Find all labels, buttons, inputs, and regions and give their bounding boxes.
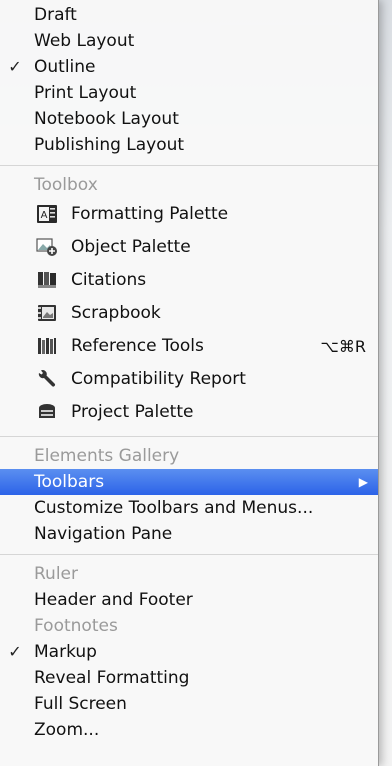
- menu-item-label: Draft: [34, 5, 77, 25]
- menu-item-object-palette[interactable]: Object Palette: [0, 231, 378, 264]
- menu-item-markup[interactable]: ✓ Markup: [0, 639, 378, 665]
- checkmark-icon: ✓: [8, 57, 22, 76]
- formatting-palette-icon: A: [37, 205, 57, 223]
- menu-item-label: Reveal Formatting: [34, 668, 190, 688]
- toolbox-section: Toolbox A Formatting Palette Object Pale…: [0, 170, 378, 432]
- menu-item-label: Project Palette: [71, 402, 194, 422]
- object-palette-icon: [36, 238, 57, 256]
- reference-tools-icon: [38, 338, 56, 354]
- menu-item-label: Citations: [71, 270, 147, 290]
- submenu-arrow-icon: ▶: [358, 475, 368, 489]
- shortcut-label: ⌥⌘R: [320, 337, 366, 356]
- menu-item-citations[interactable]: Citations: [0, 264, 378, 297]
- menu-item-elements-gallery: Elements Gallery: [0, 443, 378, 469]
- citations-icon: [38, 272, 56, 288]
- menu-item-label: Ruler: [34, 564, 78, 584]
- menu-separator: [0, 554, 378, 555]
- menu-item-footnotes: Footnotes: [0, 613, 378, 639]
- menu-item-outline[interactable]: ✓ Outline: [0, 54, 378, 80]
- menu-item-compatibility-report[interactable]: Compatibility Report: [0, 363, 378, 396]
- menu-item-zoom[interactable]: Zoom...: [0, 717, 378, 743]
- menu-item-web-layout[interactable]: Web Layout: [0, 28, 378, 54]
- menu-item-ruler: Ruler: [0, 561, 378, 587]
- menu-item-formatting-palette[interactable]: A Formatting Palette: [0, 198, 378, 231]
- menu-item-label: Full Screen: [34, 694, 127, 714]
- menu-item-publishing-layout[interactable]: Publishing Layout: [0, 132, 378, 158]
- menu-item-label: Notebook Layout: [34, 109, 179, 129]
- menu-item-full-screen[interactable]: Full Screen: [0, 691, 378, 717]
- toolbox-header-label: Toolbox: [34, 175, 98, 195]
- menu-item-label: Print Layout: [34, 83, 137, 103]
- menu-item-label: Reference Tools: [71, 336, 204, 356]
- menu-item-draft[interactable]: Draft: [0, 2, 378, 28]
- menu-item-reference-tools[interactable]: Reference Tools ⌥⌘R: [0, 330, 378, 363]
- menu-item-toolbars[interactable]: Toolbars ▶: [0, 469, 378, 495]
- menu-item-scrapbook[interactable]: Scrapbook: [0, 297, 378, 330]
- menu-item-label: Compatibility Report: [71, 369, 246, 389]
- display-section: Ruler Header and Footer Footnotes ✓ Mark…: [0, 559, 378, 746]
- menu-item-navigation-pane[interactable]: Navigation Pane: [0, 521, 378, 547]
- menu-separator: [0, 436, 378, 437]
- view-modes-section: Draft Web Layout ✓ Outline Print Layout …: [0, 0, 378, 161]
- checkmark-icon: ✓: [8, 642, 22, 661]
- project-palette-icon: [39, 404, 55, 418]
- menu-separator: [0, 165, 378, 166]
- menu-item-header-footer[interactable]: Header and Footer: [0, 587, 378, 613]
- menu-item-customize-toolbars[interactable]: Customize Toolbars and Menus...: [0, 495, 378, 521]
- wrench-icon: [38, 370, 56, 387]
- menu-item-label: Elements Gallery: [34, 446, 180, 466]
- menu-item-label: Footnotes: [34, 616, 118, 636]
- menu-item-project-palette[interactable]: Project Palette: [0, 396, 378, 429]
- menu-item-label: Toolbars: [34, 472, 105, 492]
- view-menu: Draft Web Layout ✓ Outline Print Layout …: [0, 0, 379, 766]
- menu-item-label: Navigation Pane: [34, 524, 173, 544]
- menu-item-label: Web Layout: [34, 31, 135, 51]
- scrapbook-icon: [38, 305, 56, 321]
- menu-item-label: Scrapbook: [71, 303, 161, 323]
- menu-item-label: Object Palette: [71, 237, 191, 257]
- toolbars-section: Elements Gallery Toolbars ▶ Customize To…: [0, 441, 378, 550]
- menu-item-notebook-layout[interactable]: Notebook Layout: [0, 106, 378, 132]
- menu-item-label: Zoom...: [34, 720, 100, 740]
- menu-item-label: Markup: [34, 642, 97, 662]
- menu-item-label: Formatting Palette: [71, 204, 229, 224]
- toolbox-header: Toolbox: [0, 172, 378, 198]
- menu-item-reveal-formatting[interactable]: Reveal Formatting: [0, 665, 378, 691]
- svg-text:A: A: [41, 210, 48, 221]
- menu-item-label: Customize Toolbars and Menus...: [34, 498, 314, 518]
- menu-item-label: Outline: [34, 57, 96, 77]
- menu-item-label: Header and Footer: [34, 590, 193, 610]
- menu-item-label: Publishing Layout: [34, 135, 185, 155]
- menu-item-print-layout[interactable]: Print Layout: [0, 80, 378, 106]
